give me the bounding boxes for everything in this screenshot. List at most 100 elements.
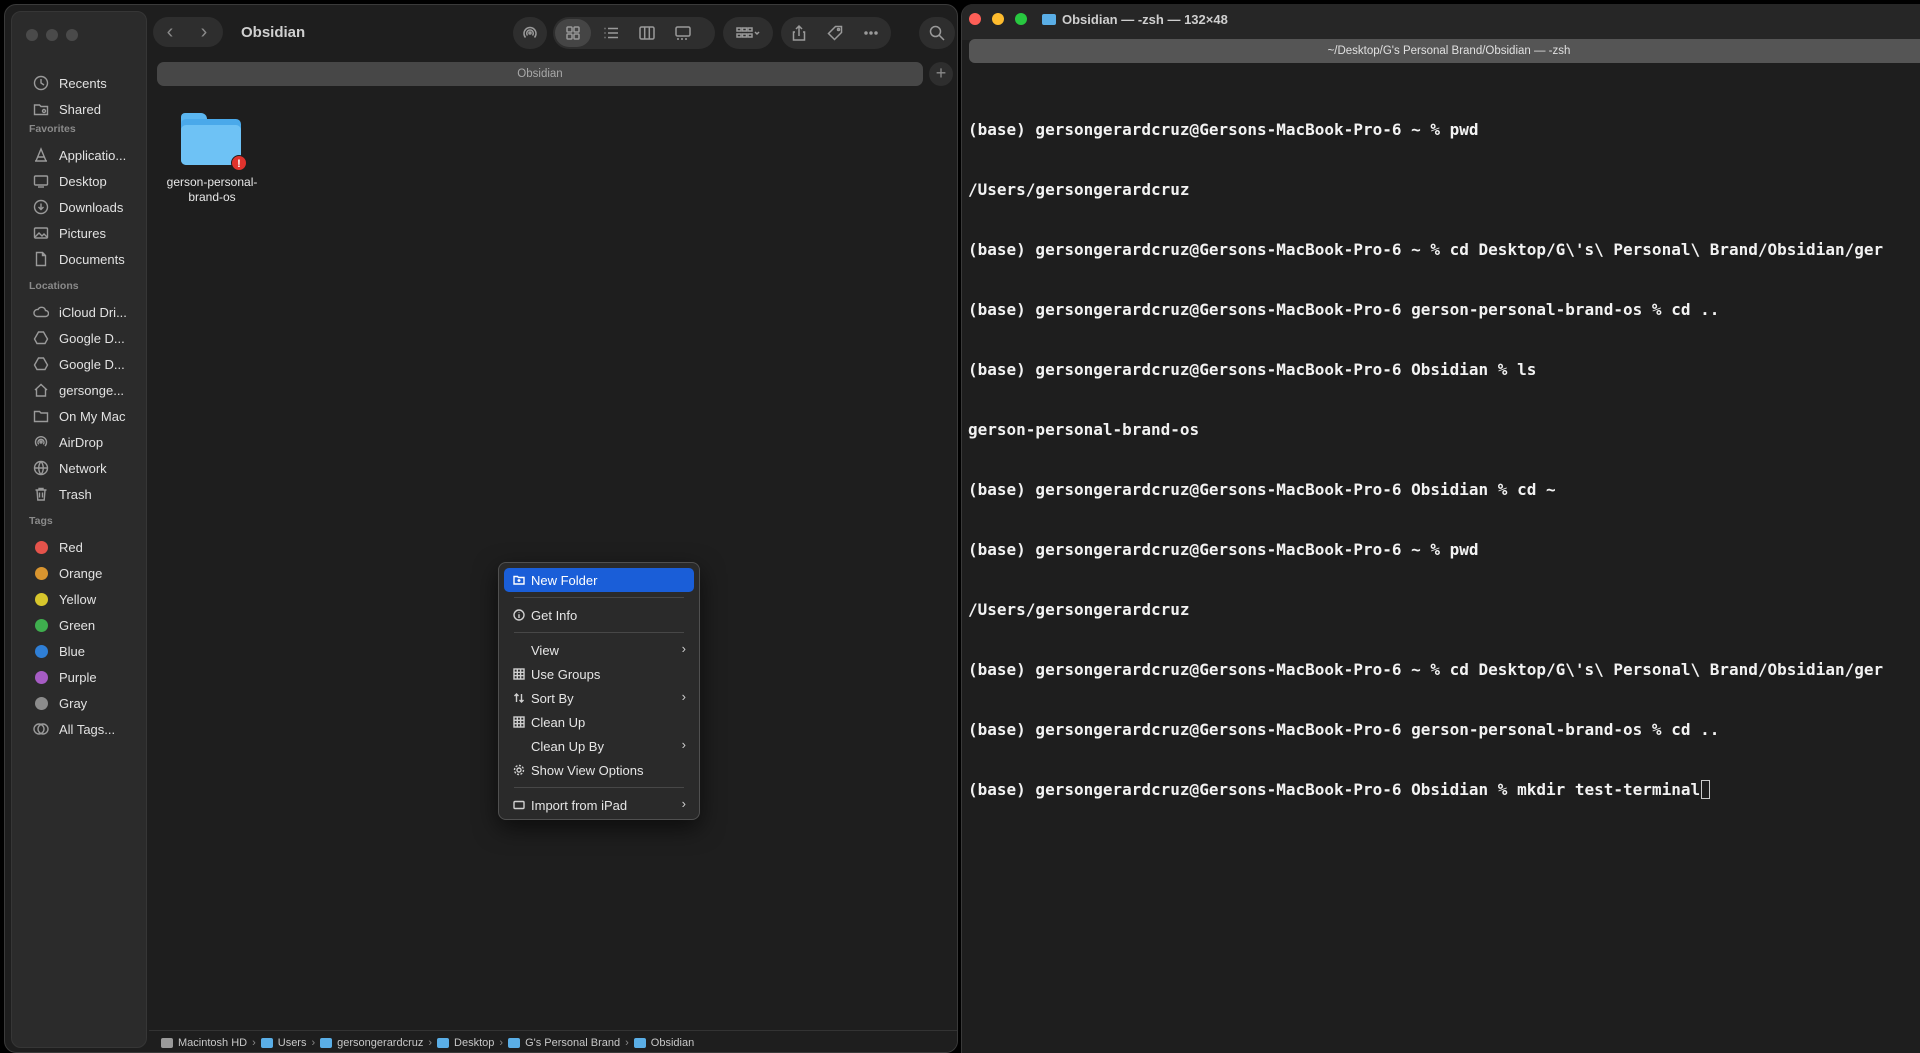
menu-item-view[interactable]: View ›: [504, 638, 694, 662]
more-button[interactable]: [853, 17, 889, 49]
list-view-button[interactable]: [593, 17, 629, 49]
menu-item-import-from-ipad[interactable]: Import from iPad ›: [504, 793, 694, 817]
sidebar-heading-locations: Locations: [29, 280, 79, 292]
folder-icon: [633, 1037, 646, 1048]
applications-icon: [32, 146, 50, 164]
sidebar-tag-blue[interactable]: Blue: [12, 639, 148, 663]
terminal-current-command: (base) gersongerardcruz@Gersons-MacBook-…: [968, 780, 1701, 799]
sidebar-item-label: Yellow: [59, 591, 97, 607]
folder-item[interactable]: ! gerson-personal- brand-os: [157, 113, 267, 205]
context-menu: New Folder Get Info View › Use Groups So…: [498, 562, 700, 820]
new-tab-button[interactable]: +: [929, 62, 953, 86]
document-icon: [32, 250, 50, 268]
window-controls: [26, 29, 78, 41]
zoom-button[interactable]: [1015, 13, 1027, 25]
tab-obsidian[interactable]: Obsidian: [157, 62, 923, 86]
sidebar-item-recents[interactable]: Recents: [12, 71, 148, 95]
sidebar-item-airdrop[interactable]: AirDrop: [12, 430, 148, 454]
sidebar-item-label: Pictures: [59, 225, 106, 241]
sidebar-item-icloud[interactable]: iCloud Dri...: [12, 300, 148, 324]
sidebar-item-downloads[interactable]: Downloads: [12, 195, 148, 219]
tag-button[interactable]: [817, 17, 853, 49]
menu-item-sort-by[interactable]: Sort By ›: [504, 686, 694, 710]
minimize-button[interactable]: [992, 13, 1004, 25]
close-button[interactable]: [26, 29, 38, 41]
sidebar-item-pictures[interactable]: Pictures: [12, 221, 148, 245]
menu-item-show-view-options[interactable]: Show View Options: [504, 758, 694, 782]
sidebar-item-documents[interactable]: Documents: [12, 247, 148, 271]
menu-separator: [514, 597, 684, 598]
forward-button[interactable]: ›: [189, 17, 219, 47]
sidebar-tag-purple[interactable]: Purple: [12, 665, 148, 689]
tags-icon: [32, 720, 50, 738]
tag-color-dot: [34, 618, 48, 632]
sidebar-item-google-drive-1[interactable]: Google D...: [12, 326, 148, 350]
actions-group: [781, 17, 891, 49]
terminal-output[interactable]: (base) gersongerardcruz@Gersons-MacBook-…: [968, 80, 1920, 840]
breadcrumb-label: Desktop: [454, 1036, 495, 1049]
gallery-view-button[interactable]: [665, 17, 701, 49]
terminal-prompt-line: (base) gersongerardcruz@Gersons-MacBook-…: [968, 780, 1920, 800]
sidebar-item-desktop[interactable]: Desktop: [12, 169, 148, 193]
sidebar-tag-gray[interactable]: Gray: [12, 691, 148, 715]
breadcrumb-label: Macintosh HD: [178, 1036, 248, 1049]
airdrop-icon: [513, 17, 547, 49]
trash-icon: [32, 485, 50, 503]
sidebar-item-label: Purple: [59, 669, 97, 685]
menu-item-get-info[interactable]: Get Info: [504, 603, 694, 627]
ipad-icon: [509, 799, 529, 811]
airdrop-button[interactable]: [513, 17, 547, 49]
search-button[interactable]: [919, 17, 955, 49]
sidebar-item-label: Orange: [59, 565, 103, 581]
menu-item-new-folder[interactable]: New Folder: [504, 568, 694, 592]
group-button[interactable]: [723, 17, 773, 49]
icon-view-button[interactable]: [555, 19, 591, 47]
ellipsis-icon: [864, 31, 878, 35]
sidebar-item-home[interactable]: gersonge...: [12, 378, 148, 402]
finder-toolbar: ‹ › Obsidian: [153, 15, 957, 51]
sidebar-tag-orange[interactable]: Orange: [12, 561, 148, 585]
sidebar-tag-green[interactable]: Green: [12, 613, 148, 637]
gear-icon: [509, 764, 529, 776]
sidebar-tag-yellow[interactable]: Yellow: [12, 587, 148, 611]
column-view-button[interactable]: [629, 17, 665, 49]
breadcrumb-item[interactable]: gersongerardcruz: [320, 1037, 423, 1049]
sidebar-item-applications[interactable]: Applicatio...: [12, 143, 148, 167]
columns-icon: [639, 26, 655, 40]
breadcrumb-item[interactable]: Obsidian: [633, 1037, 694, 1049]
grid-icon: [509, 716, 529, 728]
sidebar-item-all-tags[interactable]: All Tags...: [12, 717, 148, 741]
menu-item-use-groups[interactable]: Use Groups: [504, 662, 694, 686]
path-bar: Macintosh HD › Users › gersongerardcruz …: [149, 1030, 957, 1052]
terminal-tab[interactable]: ~/Desktop/G's Personal Brand/Obsidian — …: [969, 39, 1920, 63]
zoom-button[interactable]: [66, 29, 78, 41]
sidebar-tag-red[interactable]: Red: [12, 535, 148, 559]
breadcrumb-item[interactable]: G's Personal Brand: [508, 1037, 620, 1049]
folder-icon: [260, 1037, 273, 1048]
breadcrumb-item[interactable]: Desktop: [437, 1037, 494, 1049]
menu-item-clean-up-by[interactable]: Clean Up By ›: [504, 734, 694, 758]
sidebar-item-trash[interactable]: Trash: [12, 482, 148, 506]
desktop-icon: [32, 172, 50, 190]
breadcrumb-item[interactable]: Users: [260, 1037, 306, 1049]
terminal-line: (base) gersongerardcruz@Gersons-MacBook-…: [968, 540, 1479, 559]
chevron-right-icon: ›: [200, 20, 208, 43]
chevron-right-icon: ›: [681, 689, 686, 704]
minimize-button[interactable]: [46, 29, 58, 41]
menu-separator: [514, 632, 684, 633]
sidebar-item-label: Applicatio...: [59, 147, 127, 163]
sidebar-item-label: AirDrop: [59, 434, 104, 450]
sidebar-item-network[interactable]: Network: [12, 456, 148, 480]
sidebar-item-google-drive-2[interactable]: Google D...: [12, 352, 148, 376]
sidebar-item-on-my-mac[interactable]: On My Mac: [12, 404, 148, 428]
sidebar-item-label: Google D...: [59, 356, 125, 372]
sidebar-item-label: Downloads: [59, 199, 124, 215]
sidebar-item-shared[interactable]: Shared: [12, 97, 148, 121]
sidebar-item-label: All Tags...: [59, 721, 116, 737]
back-button[interactable]: ‹: [155, 17, 185, 47]
share-button[interactable]: [781, 17, 817, 49]
breadcrumb-item[interactable]: Macintosh HD: [161, 1037, 247, 1049]
close-button[interactable]: [969, 13, 981, 25]
sort-icon: [509, 692, 529, 704]
menu-item-clean-up[interactable]: Clean Up: [504, 710, 694, 734]
